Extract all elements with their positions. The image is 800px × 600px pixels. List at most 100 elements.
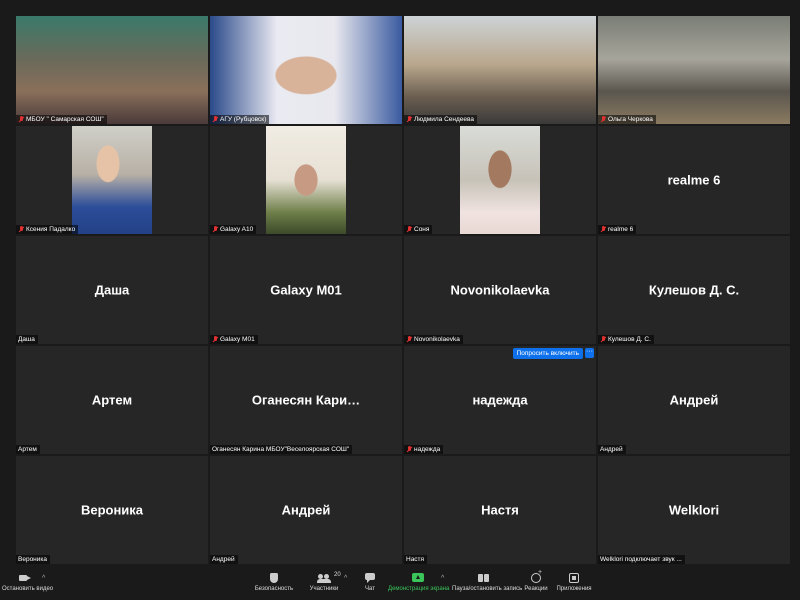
participant-name-tag: Ольга Черкова: [598, 115, 656, 124]
participant-name: Соня: [414, 226, 430, 233]
participant-tile[interactable]: realme 6 realme 6: [598, 126, 790, 234]
video-camera-icon: [19, 573, 31, 583]
participant-name-tag: МБОУ " Самарская СОШ": [16, 115, 107, 124]
participant-tile[interactable]: АГУ (Рубцовск): [210, 16, 402, 124]
apps-button[interactable]: Приложения: [556, 573, 592, 600]
participant-display-name: надежда: [472, 392, 528, 408]
participant-video: [16, 16, 208, 124]
meeting-toolbar: Остановить видео ^ Безопасность 20 Участ…: [0, 567, 800, 600]
participant-name-tag: Соня: [404, 225, 433, 234]
participant-display-name: Артем: [91, 392, 133, 408]
participant-tile[interactable]: Welklori Welklori подключает звук ...: [598, 456, 790, 564]
share-screen-button[interactable]: Демонстрация экрана: [388, 573, 449, 600]
participant-tile[interactable]: Соня: [404, 126, 596, 234]
participant-name-tag: Novonikolaevka: [404, 335, 463, 344]
mic-muted-icon: [212, 226, 218, 233]
more-options-button[interactable]: ···: [585, 348, 594, 358]
participant-name-tag: Welklori подключает звук ...: [598, 555, 685, 564]
participant-tile[interactable]: Артем Артем: [16, 346, 208, 454]
mic-muted-icon: [406, 336, 412, 343]
participant-video: [404, 16, 596, 124]
participant-name-tag: надежда: [404, 445, 444, 454]
pause-recording-button[interactable]: Пауза/остановить запись: [452, 573, 522, 600]
participant-name-tag: Настя: [404, 555, 428, 564]
participant-tile[interactable]: Людмила Сендеева: [404, 16, 596, 124]
participant-name-tag: Артем: [16, 445, 40, 454]
participant-tile[interactable]: Galaxy A10: [210, 126, 402, 234]
participant-name-tag: realme 6: [598, 225, 637, 234]
participant-display-name: Даша: [94, 282, 130, 298]
participant-video: [266, 126, 346, 234]
participant-name: Андрей: [600, 446, 623, 453]
participant-name: Кулешов Д. С.: [608, 336, 651, 343]
participant-tile[interactable]: Андрей Андрей: [598, 346, 790, 454]
share-options-caret[interactable]: ^: [441, 575, 444, 582]
participant-name: МБОУ " Самарская СОШ": [26, 116, 104, 123]
mic-muted-icon: [600, 116, 606, 123]
participant-tile[interactable]: Novonikolaevka Novonikolaevka: [404, 236, 596, 344]
participant-tile[interactable]: надежда Попросить включить ··· надежда: [404, 346, 596, 454]
mic-muted-icon: [406, 446, 412, 453]
mic-muted-icon: [406, 116, 412, 123]
participant-tile[interactable]: Оганесян Кари… Оганесян Карина МБОУ"Весел…: [210, 346, 402, 454]
participant-tile[interactable]: Андрей Андрей: [210, 456, 402, 564]
participant-name: Оганесян Карина МБОУ"Веселоярская СОШ": [212, 446, 350, 453]
participant-name: Людмила Сендеева: [414, 116, 475, 123]
participants-button[interactable]: 20 Участники: [306, 572, 342, 600]
share-screen-icon: [412, 573, 424, 583]
participant-name-tag: Кулешов Д. С.: [598, 335, 654, 344]
participant-tile[interactable]: Ольга Черкова: [598, 16, 790, 124]
participant-name: Novonikolaevka: [414, 336, 460, 343]
participant-name: Galaxy A10: [220, 226, 254, 233]
participant-name-tag: Ксения Падалко: [16, 225, 79, 234]
participant-name-tag: Даша: [16, 335, 38, 344]
participant-display-name: Андрей: [281, 502, 331, 518]
participant-name: Galaxy M01: [220, 336, 255, 343]
mic-muted-icon: [406, 226, 412, 233]
chat-button[interactable]: Чат: [360, 573, 380, 600]
mic-muted-icon: [18, 226, 24, 233]
participant-name: АГУ (Рубцовск): [220, 116, 267, 123]
participant-name: Ольга Черкова: [608, 116, 653, 123]
participant-display-name: Novonikolaevka: [450, 282, 550, 298]
participant-tile[interactable]: Ксения Падалко: [16, 126, 208, 234]
participant-tile[interactable]: МБОУ " Самарская СОШ": [16, 16, 208, 124]
participant-tile[interactable]: Настя Настя: [404, 456, 596, 564]
participant-name-tag: Андрей: [598, 445, 626, 454]
participant-display-name: Galaxy M01: [270, 282, 342, 298]
participant-tile[interactable]: Кулешов Д. С. Кулешов Д. С.: [598, 236, 790, 344]
participants-options-caret[interactable]: ^: [344, 575, 347, 582]
gallery-view: МБОУ " Самарская СОШ" АГУ (Рубцовск) Людми…: [0, 0, 800, 567]
participant-display-name: realme 6: [667, 172, 721, 188]
participant-name: Welklori подключает звук ...: [600, 556, 682, 563]
participant-tile[interactable]: Galaxy M01 Galaxy M01: [210, 236, 402, 344]
mic-muted-icon: [212, 336, 218, 343]
video-options-caret[interactable]: ^: [42, 575, 45, 582]
mic-muted-icon: [600, 336, 606, 343]
mic-muted-icon: [18, 116, 24, 123]
security-button[interactable]: Безопасность: [254, 573, 294, 600]
participant-name-tag: Galaxy M01: [210, 335, 258, 344]
participants-icon: 20: [317, 572, 341, 583]
apps-icon: [568, 573, 580, 583]
participant-video: [460, 126, 540, 234]
pause-icon: [478, 573, 490, 583]
chat-icon: [364, 573, 376, 583]
participant-tile[interactable]: Даша Даша: [16, 236, 208, 344]
participant-display-name: Кулешов Д. С.: [648, 282, 740, 298]
participant-name-tag: Андрей: [210, 555, 238, 564]
participant-name-tag: Людмила Сендеева: [404, 115, 478, 124]
participant-video: [72, 126, 152, 234]
participant-name: Артем: [18, 446, 37, 453]
participant-tile[interactable]: Вероника Вероника: [16, 456, 208, 564]
participant-display-name: Вероника: [80, 502, 144, 518]
participant-grid: МБОУ " Самарская СОШ" АГУ (Рубцовск) Людми…: [16, 16, 791, 566]
participant-name: Вероника: [18, 556, 48, 563]
ask-to-unmute-button[interactable]: Попросить включить: [512, 348, 583, 359]
participant-display-name: Оганесян Кари…: [251, 392, 361, 408]
participant-name-tag: Оганесян Карина МБОУ"Веселоярская СОШ": [210, 445, 353, 454]
participant-name-tag: Вероника: [16, 555, 51, 564]
participant-name: Ксения Падалко: [26, 226, 76, 233]
participant-video: [598, 16, 790, 124]
reactions-button[interactable]: Реакции: [524, 569, 548, 600]
